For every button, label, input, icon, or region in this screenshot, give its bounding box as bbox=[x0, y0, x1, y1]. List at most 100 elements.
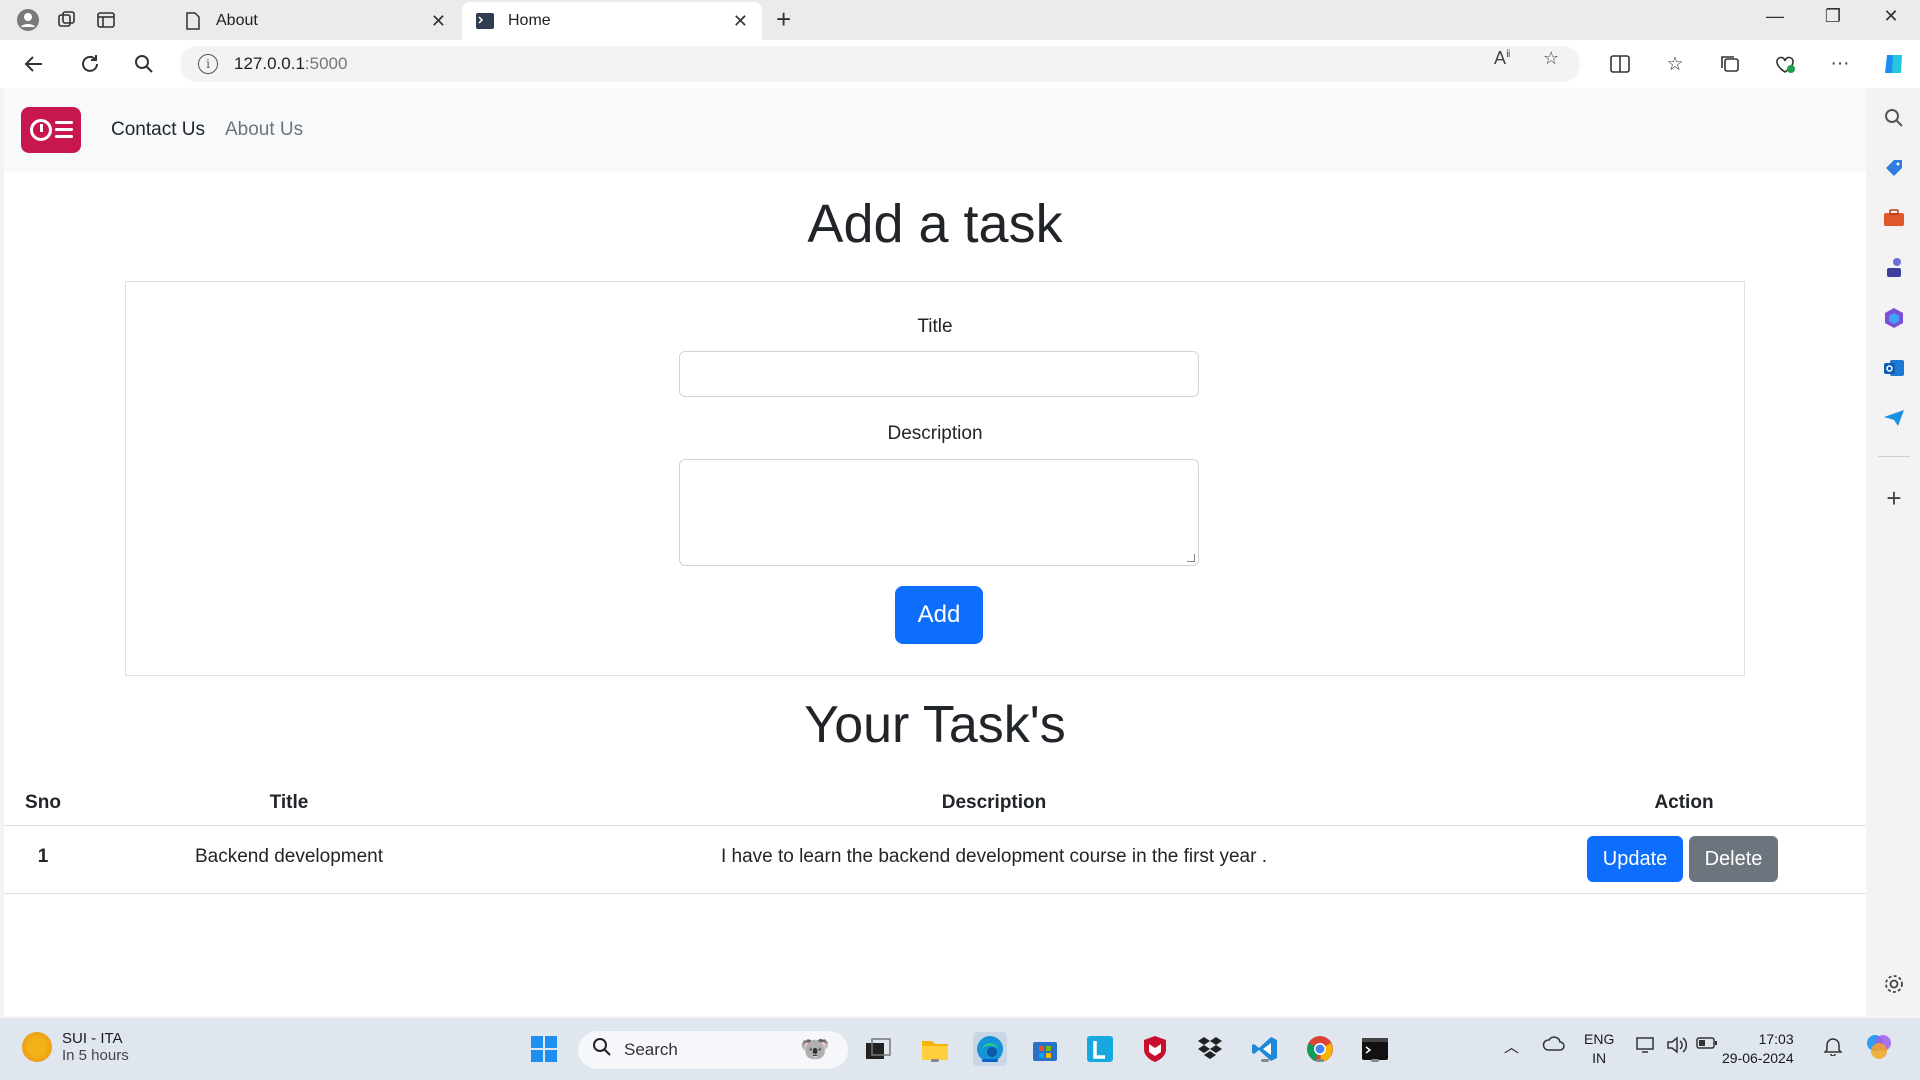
browser-tab-bar: About ✕ Home ✕ + — ❐ ✕ bbox=[0, 0, 1920, 40]
edge-sidebar: + bbox=[1868, 88, 1920, 1018]
site-logo-icon[interactable] bbox=[21, 107, 81, 153]
mcafee-icon[interactable] bbox=[1138, 1032, 1172, 1066]
description-textarea[interactable] bbox=[679, 459, 1199, 566]
sidebar-search-icon[interactable] bbox=[1878, 102, 1910, 134]
title-input[interactable] bbox=[679, 351, 1199, 397]
add-sidebar-app-icon[interactable]: + bbox=[1878, 482, 1910, 514]
search-icon[interactable] bbox=[130, 50, 158, 78]
nav-link-about[interactable]: About Us bbox=[225, 119, 303, 141]
add-task-heading: Add a task bbox=[807, 194, 1063, 254]
site-info-icon[interactable]: i bbox=[198, 54, 218, 74]
url-field[interactable]: i 127.0.0.1:5000 bbox=[180, 46, 1580, 82]
tasks-heading: Your Task's bbox=[804, 696, 1066, 754]
network-icon[interactable] bbox=[1636, 1036, 1658, 1058]
read-aloud-icon[interactable]: Aⅱ bbox=[1494, 48, 1511, 69]
url-host: 127.0.0.1 bbox=[234, 54, 305, 73]
workspaces-icon[interactable] bbox=[52, 6, 80, 34]
notifications-bell-icon[interactable] bbox=[1823, 1036, 1843, 1060]
edge-browser-icon[interactable] bbox=[973, 1032, 1007, 1066]
row-description: I have to learn the backend development … bbox=[720, 846, 1268, 867]
table-row: 1 Backend development I have to learn th… bbox=[4, 826, 1866, 894]
sidebar-divider bbox=[1878, 456, 1910, 457]
battery-icon[interactable] bbox=[1696, 1036, 1718, 1054]
update-button[interactable]: Update bbox=[1587, 836, 1683, 882]
table-header-row: Sno Title Description Action bbox=[4, 778, 1866, 826]
microsoft-365-icon[interactable] bbox=[1878, 302, 1910, 334]
restore-icon[interactable]: ❐ bbox=[1810, 6, 1856, 27]
nav-link-contact[interactable]: Contact Us bbox=[111, 119, 205, 141]
title-label: Title bbox=[917, 316, 953, 337]
show-hidden-icons-icon[interactable]: ︿ bbox=[1504, 1036, 1519, 1057]
vscode-icon[interactable] bbox=[1248, 1032, 1282, 1066]
url-port: :5000 bbox=[304, 54, 348, 73]
vertical-tabs-icon[interactable] bbox=[92, 6, 120, 34]
sidebar-settings-icon[interactable] bbox=[1878, 968, 1910, 1000]
add-button[interactable]: Add bbox=[895, 586, 983, 644]
file-explorer-icon[interactable] bbox=[918, 1032, 952, 1066]
close-window-icon[interactable]: ✕ bbox=[1868, 6, 1914, 27]
refresh-icon[interactable] bbox=[76, 50, 104, 78]
column-header-sno: Sno bbox=[25, 792, 61, 813]
volume-icon[interactable] bbox=[1666, 1036, 1688, 1058]
microsoft-store-icon[interactable] bbox=[1028, 1032, 1062, 1066]
back-icon[interactable] bbox=[20, 50, 48, 78]
start-icon[interactable] bbox=[527, 1032, 561, 1066]
web-page: Contact Us About Us Add a task Title Des… bbox=[4, 88, 1866, 1016]
tasks-table: Sno Title Description Action 1 Backend d… bbox=[4, 778, 1866, 894]
favorites-icon[interactable]: ☆ bbox=[1661, 50, 1689, 78]
more-options-icon[interactable]: ··· bbox=[1826, 50, 1854, 78]
dropbox-icon[interactable] bbox=[1193, 1032, 1227, 1066]
delete-button[interactable]: Delete bbox=[1689, 836, 1778, 882]
close-tab-icon[interactable]: ✕ bbox=[431, 11, 446, 32]
tools-briefcase-icon[interactable] bbox=[1878, 202, 1910, 234]
l-app-icon[interactable] bbox=[1083, 1032, 1117, 1066]
tab-about[interactable]: About ✕ bbox=[170, 2, 460, 40]
resize-handle-icon[interactable] bbox=[1187, 554, 1195, 562]
clock-time: 17:03 bbox=[1758, 1031, 1794, 1047]
search-placeholder: Search bbox=[624, 1040, 678, 1059]
weather-subtitle: In 5 hours bbox=[62, 1047, 129, 1064]
address-bar-row: i 127.0.0.1:5000 Aⅱ ☆ ☆ ··· bbox=[0, 40, 1920, 88]
send-drop-icon[interactable] bbox=[1878, 402, 1910, 434]
language-indicator[interactable]: ENG IN bbox=[1584, 1030, 1614, 1068]
windows-taskbar: SUI - ITA In 5 hours Search 🐨 ︿ ENG IN 1… bbox=[0, 1018, 1920, 1080]
profile-icon[interactable] bbox=[14, 6, 42, 34]
task-view-icon[interactable] bbox=[861, 1032, 895, 1066]
onedrive-cloud-icon[interactable] bbox=[1542, 1036, 1566, 1056]
page-icon bbox=[184, 12, 202, 30]
tab-home[interactable]: Home ✕ bbox=[462, 2, 762, 40]
column-header-action: Action bbox=[1654, 792, 1714, 813]
outlook-icon[interactable] bbox=[1878, 352, 1910, 384]
lang-line-1: ENG bbox=[1584, 1031, 1615, 1047]
copilot-taskbar-icon[interactable] bbox=[1864, 1032, 1894, 1066]
chrome-icon[interactable] bbox=[1303, 1032, 1337, 1066]
add-task-form: Title Description Add bbox=[125, 281, 1745, 676]
minimize-icon[interactable]: — bbox=[1752, 6, 1798, 27]
collections-icon[interactable] bbox=[1716, 50, 1744, 78]
clock-date: 29-06-2024 bbox=[1722, 1050, 1794, 1066]
column-header-description: Description bbox=[941, 792, 1047, 813]
row-sno: 1 bbox=[37, 846, 49, 867]
site-navbar: Contact Us About Us bbox=[4, 88, 1866, 172]
copilot-icon[interactable] bbox=[1880, 50, 1908, 78]
column-header-title: Title bbox=[269, 792, 309, 813]
search-highlight-icon: 🐨 bbox=[800, 1036, 830, 1063]
description-label: Description bbox=[887, 423, 983, 444]
lang-line-2: IN bbox=[1592, 1050, 1607, 1066]
split-screen-icon[interactable] bbox=[1606, 50, 1634, 78]
shopping-tag-icon[interactable] bbox=[1878, 152, 1910, 184]
system-clock[interactable]: 17:03 29-06-2024 bbox=[1722, 1030, 1794, 1068]
weather-sun-icon bbox=[22, 1032, 52, 1062]
close-tab-icon[interactable]: ✕ bbox=[733, 11, 748, 32]
games-icon[interactable] bbox=[1878, 252, 1910, 284]
taskbar-search[interactable]: Search 🐨 bbox=[578, 1031, 848, 1069]
new-tab-icon[interactable]: + bbox=[776, 6, 791, 32]
weather-widget[interactable]: SUI - ITA In 5 hours bbox=[22, 1030, 129, 1064]
terminal-app-icon[interactable] bbox=[1358, 1032, 1392, 1066]
favorite-star-icon[interactable]: ☆ bbox=[1543, 48, 1559, 69]
browser-essentials-icon[interactable] bbox=[1771, 50, 1799, 78]
row-title: Backend development bbox=[194, 846, 383, 867]
search-icon bbox=[592, 1037, 612, 1063]
tab-title: About bbox=[216, 12, 258, 29]
terminal-icon bbox=[476, 12, 494, 30]
